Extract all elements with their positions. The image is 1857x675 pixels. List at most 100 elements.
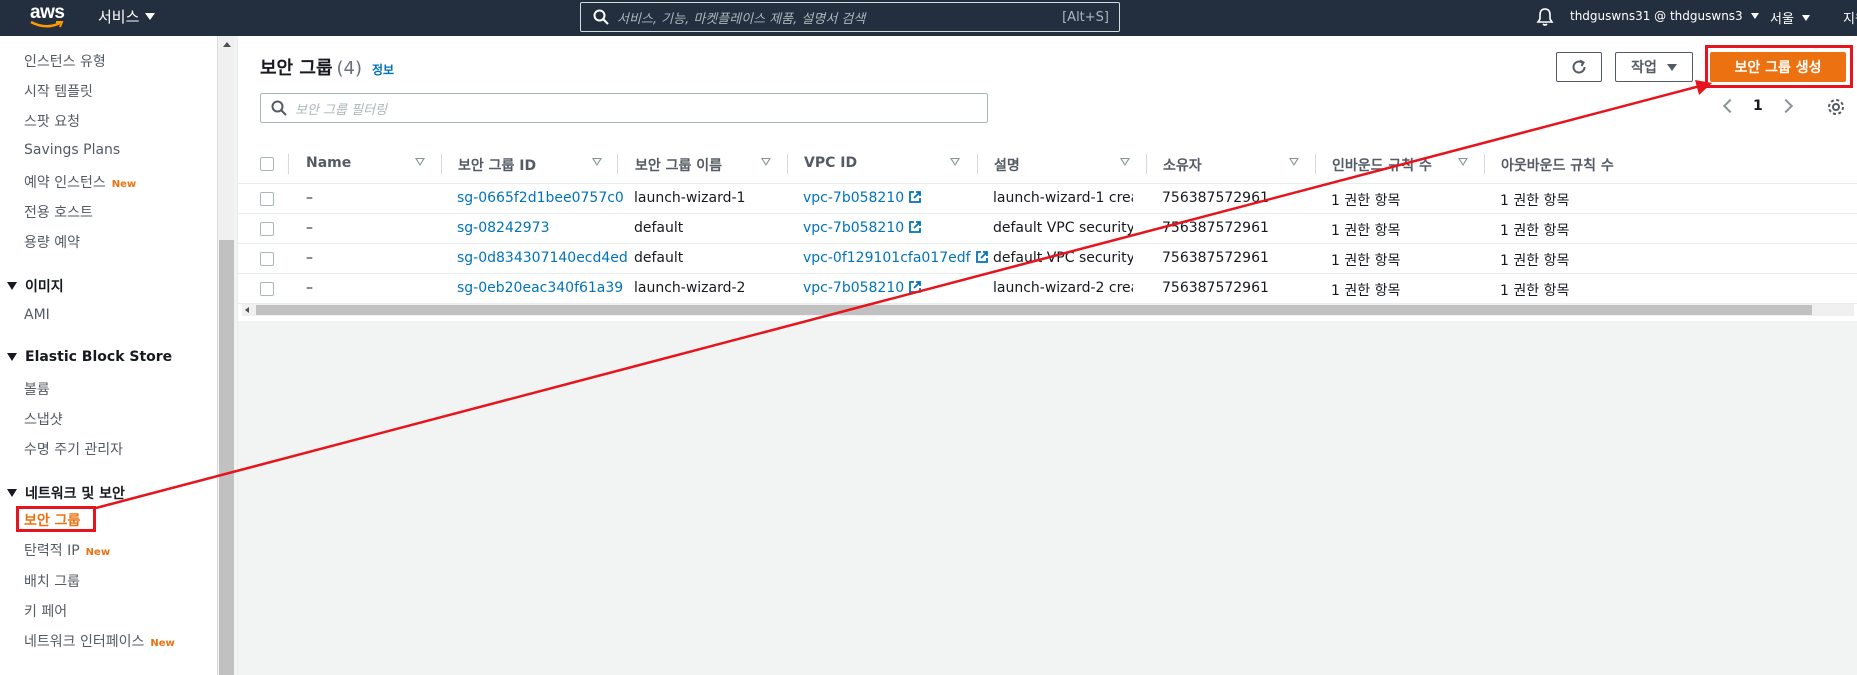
chevron-right-icon[interactable] (1778, 98, 1793, 114)
refresh-button[interactable] (1556, 52, 1602, 82)
table-row[interactable]: – sg-08242973 default vpc-7b058210 defau… (238, 214, 1857, 244)
sort-icon[interactable] (1120, 158, 1130, 166)
search-shortcut: [Alt+S] (1062, 9, 1109, 25)
column-header-name[interactable]: Name (306, 155, 351, 171)
table-row[interactable]: – sg-0eb20eac340f61a39 launch-wizard-2 v… (238, 274, 1857, 304)
sidebar-section-network-security[interactable]: 네트워크 및 보안 (7, 483, 125, 503)
column-divider (441, 154, 442, 174)
cell-owner: 756387572961 (1162, 220, 1269, 236)
cell-sg-id-link[interactable]: sg-08242973 (457, 220, 550, 236)
sidebar-item-dedicated-hosts[interactable]: 전용 호스트 (24, 202, 93, 222)
table-row[interactable]: – sg-0665f2d1bee0757c0 launch-wizard-1 v… (238, 184, 1857, 214)
chevron-left-icon[interactable] (1722, 98, 1738, 114)
column-header-inbound-rules[interactable]: 인바운드 규칙 수 (1332, 155, 1432, 175)
sidebar-item-savings-plans[interactable]: Savings Plans (24, 142, 120, 158)
sidebar-item-key-pairs[interactable]: 키 페어 (24, 601, 67, 621)
sidebar-item-volumes[interactable]: 볼륨 (24, 379, 50, 399)
cell-vpc-id-link[interactable]: vpc-7b058210 (803, 280, 922, 296)
sidebar-item-placement-groups[interactable]: 배치 그룹 (24, 571, 80, 591)
sidebar-item-instance-types[interactable]: 인스턴스 유형 (24, 51, 106, 71)
column-header-sg-name[interactable]: 보안 그룹 이름 (635, 155, 722, 175)
external-link-icon (909, 191, 922, 203)
caret-down-icon (7, 489, 17, 497)
row-checkbox[interactable] (260, 252, 274, 266)
info-link[interactable]: 정보 (372, 63, 394, 77)
column-header-sg-id[interactable]: 보안 그룹 ID (458, 155, 536, 175)
cell-inbound-rules: 1 권한 항목 (1331, 283, 1401, 299)
sort-icon[interactable] (592, 158, 602, 166)
row-checkbox[interactable] (260, 222, 274, 236)
services-menu[interactable]: 서비스 (98, 6, 156, 27)
sidebar-scrollbar[interactable] (219, 36, 234, 675)
cell-vpc-id-link[interactable]: vpc-0f129101cfa017edf (803, 250, 989, 266)
aws-logo[interactable]: aws (28, 2, 68, 32)
column-header-owner[interactable]: 소유자 (1163, 155, 1202, 175)
account-menu[interactable]: thdguswns31 @ thdguswns3 (1570, 9, 1759, 23)
cell-description: launch-wizard-1 create… (993, 190, 1133, 206)
gear-icon[interactable] (1827, 98, 1845, 116)
cell-inbound-rules: 1 권한 항목 (1331, 223, 1401, 239)
annotation-highlight-box (16, 506, 96, 532)
column-divider (617, 154, 618, 174)
cell-vpc-id-link[interactable]: vpc-7b058210 (803, 190, 922, 206)
column-divider (1315, 154, 1316, 174)
actions-button[interactable]: 작업 (1615, 52, 1693, 82)
security-groups-panel: 보안 그룹 (4) 정보 작업 보안 그룹 생성 보안 그룹 필터링 1 Nam… (238, 36, 1857, 321)
table-row[interactable]: – sg-0d834307140ecd4ed default vpc-0f129… (238, 244, 1857, 274)
global-search-input[interactable]: 서비스, 기능, 마켓플레이스 제품, 설명서 검색 [Alt+S] (580, 2, 1120, 32)
sidebar-item-elastic-ip[interactable]: 탄력적 IP New (24, 540, 110, 560)
column-header-vpc-id[interactable]: VPC ID (804, 155, 857, 171)
chevron-down-icon (1801, 14, 1810, 21)
item-count: (4) (336, 58, 363, 79)
annotation-highlight-box (1705, 45, 1853, 88)
table-header: Name 보안 그룹 ID 보안 그룹 이름 VPC ID 설명 소유자 인바운… (238, 144, 1857, 184)
sidebar-item-network-interfaces[interactable]: 네트워크 인터페이스 New (24, 631, 175, 651)
sidebar-item-reserved-instances[interactable]: 예약 인스턴스 New (24, 172, 136, 192)
row-checkbox[interactable] (260, 192, 274, 206)
region-label: 서울 (1770, 12, 1794, 27)
cell-description: default VPC security gr… (993, 250, 1133, 266)
cell-name: – (306, 280, 313, 296)
scroll-left-icon[interactable] (245, 307, 249, 313)
sidebar-item-snapshots[interactable]: 스냅샷 (24, 409, 63, 429)
column-header-outbound-rules[interactable]: 아웃바운드 규칙 수 (1501, 155, 1614, 175)
sidebar-item-lifecycle-manager[interactable]: 수명 주기 관리자 (24, 439, 123, 459)
cell-name: – (306, 220, 313, 236)
sort-icon[interactable] (761, 158, 771, 166)
filter-placeholder: 보안 그룹 필터링 (295, 102, 387, 118)
filter-input[interactable]: 보안 그룹 필터링 (260, 93, 988, 123)
cell-sg-id-link[interactable]: sg-0eb20eac340f61a39 (457, 280, 623, 296)
cell-sg-id-link[interactable]: sg-0d834307140ecd4ed (457, 250, 628, 266)
table-horizontal-scrollbar[interactable] (242, 304, 1854, 316)
sidebar-item-spot-requests[interactable]: 스팟 요청 (24, 111, 80, 131)
scroll-up-icon[interactable] (223, 42, 231, 47)
cell-sg-name: default (634, 250, 684, 266)
sort-icon[interactable] (1289, 158, 1299, 166)
cell-name: – (306, 190, 313, 206)
sidebar-item-capacity-reservations[interactable]: 용량 예약 (24, 232, 80, 252)
sort-icon[interactable] (950, 158, 960, 166)
scrollbar-thumb[interactable] (219, 240, 234, 675)
column-header-description[interactable]: 설명 (994, 155, 1020, 175)
external-link-icon (909, 221, 922, 233)
scrollbar-thumb[interactable] (256, 305, 1812, 315)
page-number[interactable]: 1 (1753, 98, 1763, 114)
sort-icon[interactable] (415, 158, 425, 166)
sort-icon[interactable] (1458, 158, 1468, 166)
sidebar-section-images[interactable]: 이미지 (7, 276, 64, 296)
cell-sg-name: launch-wizard-1 (634, 190, 746, 206)
sidebar-section-ebs[interactable]: Elastic Block Store (7, 349, 172, 365)
cell-owner: 756387572961 (1162, 190, 1269, 206)
sidebar-item-ami[interactable]: AMI (24, 307, 50, 323)
select-all-checkbox[interactable] (260, 157, 274, 171)
cell-sg-id-link[interactable]: sg-0665f2d1bee0757c0 (457, 190, 624, 206)
region-menu[interactable]: 서울 (1770, 8, 1810, 27)
support-menu[interactable]: 지원 (1843, 8, 1857, 27)
chevron-down-icon (1750, 13, 1759, 19)
search-icon (593, 9, 609, 25)
cell-vpc-id-link[interactable]: vpc-7b058210 (803, 220, 922, 236)
bell-icon[interactable] (1536, 7, 1554, 27)
sidebar-item-launch-templates[interactable]: 시작 템플릿 (24, 81, 93, 101)
row-checkbox[interactable] (260, 282, 274, 296)
sidebar: 인스턴스 유형 시작 템플릿 스팟 요청 Savings Plans 예약 인스… (0, 36, 218, 675)
